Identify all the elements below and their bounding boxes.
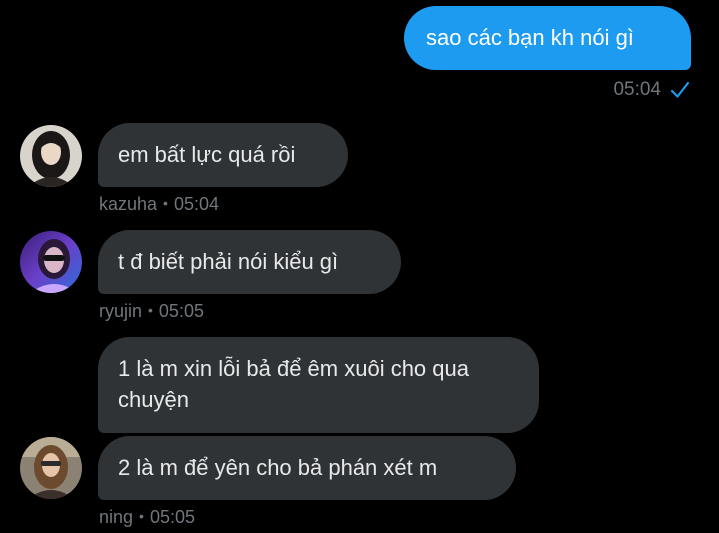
ning-message-bubble-2[interactable]: 2 là m để yên cho bả phán xét m [98,436,516,500]
ning-message-text-1: 1 là m xin lỗi bả để êm xuôi cho qua chu… [118,356,469,412]
ryujin-message-text: t đ biết phải nói kiểu gì [118,249,339,274]
kazuha-sender-name: kazuha [99,194,158,214]
kazuha-message-time: 05:04 [173,194,219,214]
kazuha-avatar[interactable] [20,125,82,187]
ning-message-bubble-1[interactable]: 1 là m xin lỗi bả để êm xuôi cho qua chu… [98,337,539,433]
kazuha-message-text: em bất lực quá rồi [118,142,296,167]
ning-avatar[interactable] [20,437,82,499]
ryujin-avatar[interactable] [20,231,82,293]
outgoing-message-bubble[interactable]: sao các bạn kh nói gì [404,6,691,70]
ning-message-text-2: 2 là m để yên cho bả phán xét m [118,455,438,480]
ning-message-meta: ning • 05:05 [99,505,195,527]
meta-separator: • [163,195,168,211]
ning-message-time: 05:05 [149,507,195,527]
outgoing-message-time: 05:04 [613,79,661,100]
meta-separator: • [139,508,144,524]
ryujin-message-meta: ryujin • 05:05 [99,299,204,321]
ryujin-message-time: 05:05 [158,301,204,321]
meta-separator: • [148,302,153,318]
check-icon [669,79,691,101]
kazuha-message-bubble[interactable]: em bất lực quá rồi [98,123,348,187]
outgoing-message-meta: 05:04 [613,78,691,102]
kazuha-message-meta: kazuha • 05:04 [99,192,219,214]
ryujin-message-bubble[interactable]: t đ biết phải nói kiểu gì [98,230,401,294]
ryujin-sender-name: ryujin [99,301,143,321]
outgoing-message-text: sao các bạn kh nói gì [426,25,634,50]
ning-sender-name: ning [99,507,134,527]
